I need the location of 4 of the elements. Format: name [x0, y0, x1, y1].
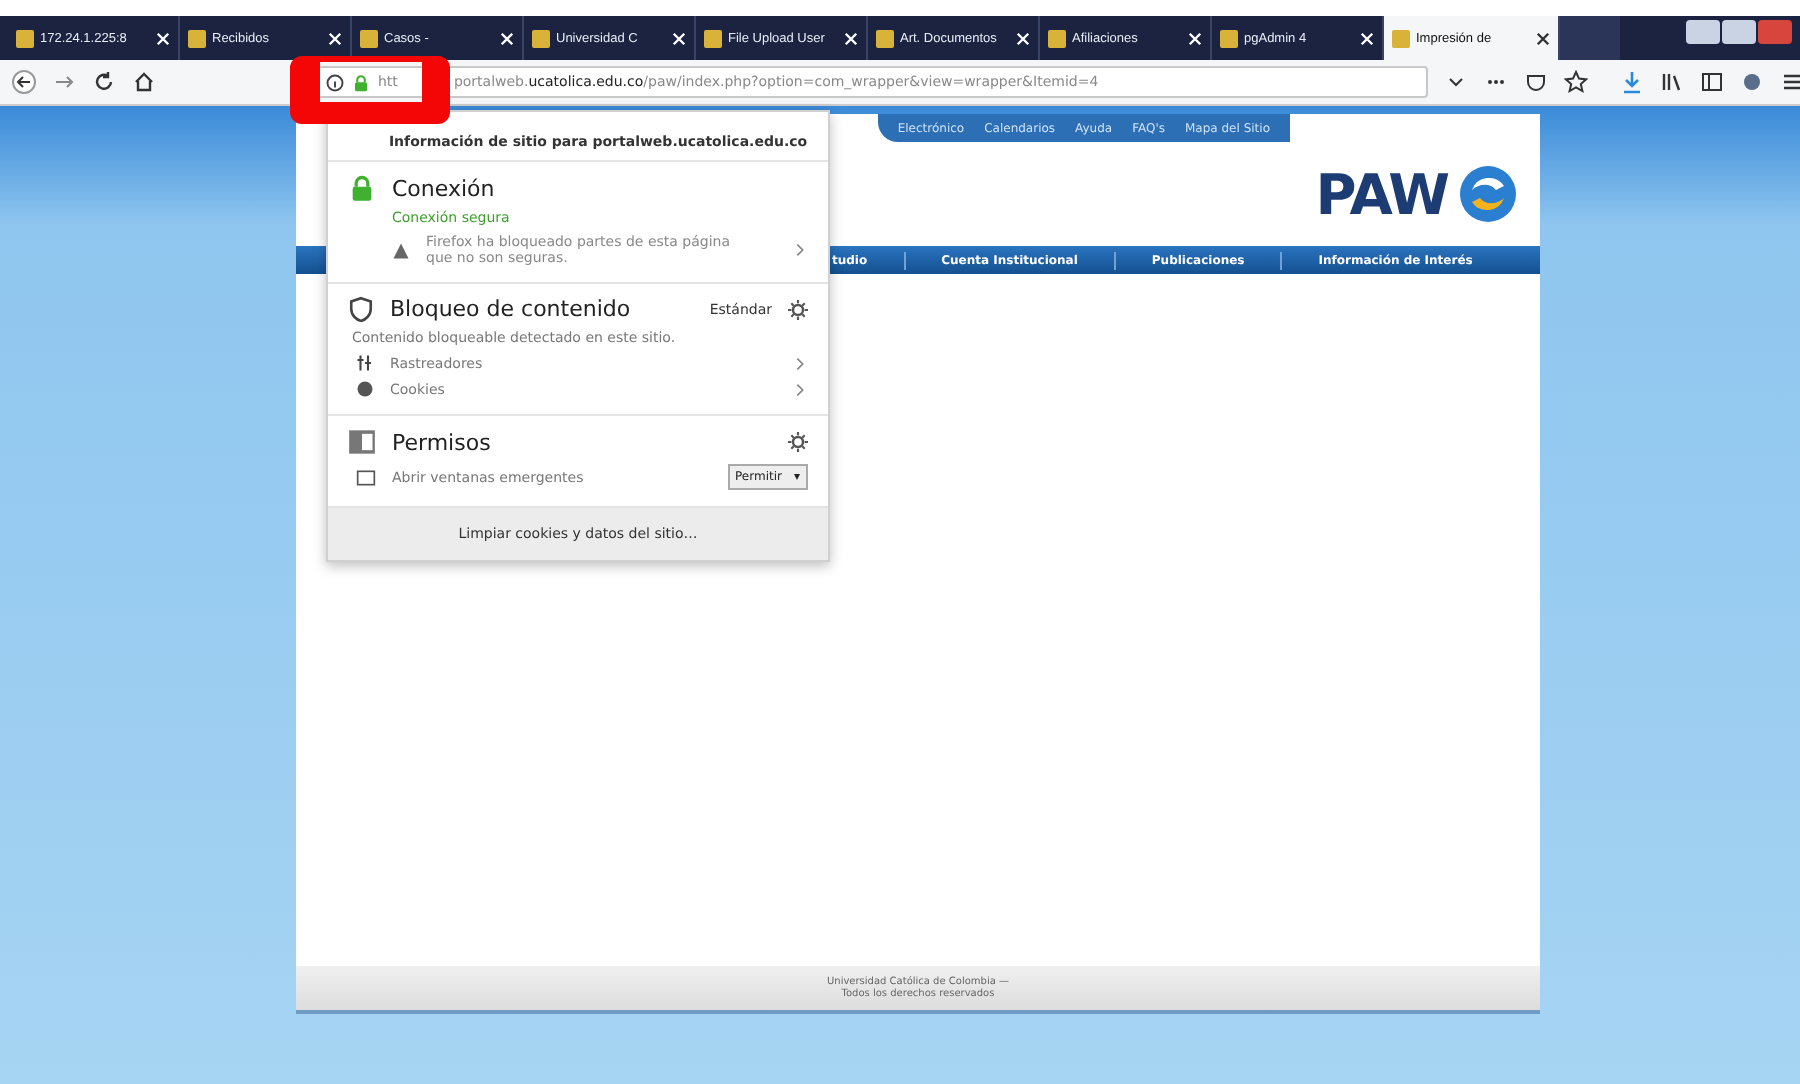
- site-logo: PAW: [1315, 161, 1448, 227]
- section-title: Bloqueo de contenido: [390, 296, 633, 322]
- section-title: Permisos: [392, 429, 493, 455]
- section-title: Conexión: [392, 175, 497, 201]
